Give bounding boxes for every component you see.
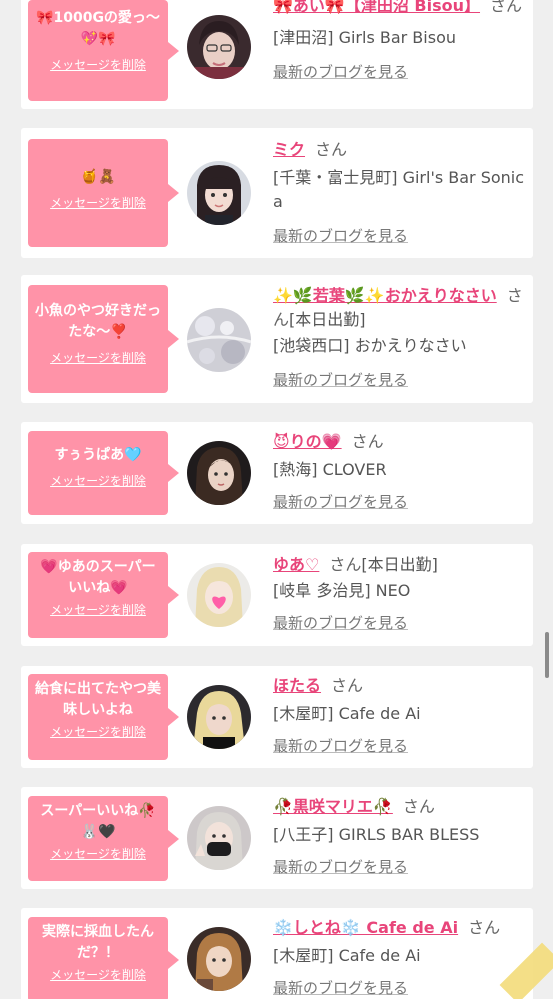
member-info: 😈りの💗 さん [熱海] CLOVER 最新のブログを見る: [273, 430, 525, 512]
profile-photo-icon: [187, 15, 251, 79]
shop-name: [岐阜 多治見] NEO: [273, 581, 411, 600]
member-name-line: 🥀黒咲マリエ🥀 さん: [273, 795, 525, 819]
honorific: さん: [315, 140, 348, 159]
message-bubble: 💗ゆあのスーパーいいね💗 メッセージを削除: [28, 552, 179, 638]
avatar[interactable]: [187, 685, 251, 749]
shop-name: [木屋町] Cafe de Ai: [273, 946, 421, 965]
profile-photo-icon: [187, 685, 251, 749]
member-info: 🎀あい🎀【津田沼 Bisou】 さん [津田沼] Girls Bar Bisou …: [273, 0, 525, 82]
member-name-line: 🎀あい🎀【津田沼 Bisou】 さん: [273, 0, 525, 18]
message-text: 🍯🧸: [80, 169, 116, 185]
latest-blog-link[interactable]: 最新のブログを見る: [273, 370, 525, 390]
member-info: ✨🌿若葉🌿✨おかえりなさい さん[本日出勤] [池袋西口] おかえりなさい 最新の…: [273, 284, 525, 390]
member-info: ゆあ♡ さん[本日出勤] [岐阜 多治見] NEO 最新のブログを見る: [273, 553, 525, 633]
member-name-line: ほたる さん: [273, 674, 525, 698]
message-card: 給食に出てたやつ美味しいよね メッセージを削除 ほたる さん [木屋町] Cafe…: [21, 666, 533, 768]
shop-name: [千葉・富士見町] Girl's Bar Sonica: [273, 168, 525, 211]
member-name-line: ゆあ♡ さん[本日出勤]: [273, 553, 525, 577]
member-info: 🥀黒咲マリエ🥀 さん [八王子] GIRLS BAR BLESS 最新のブログを見…: [273, 795, 525, 877]
member-name-link[interactable]: ✨🌿若葉🌿✨おかえりなさい: [273, 286, 497, 305]
message-bubble: スーパーいいね🥀🐰🖤 メッセージを削除: [28, 796, 179, 881]
delete-message-link[interactable]: メッセージを削除: [34, 474, 162, 489]
honorific: さん: [468, 918, 501, 937]
profile-photo-icon: [187, 927, 251, 991]
latest-blog-link[interactable]: 最新のブログを見る: [273, 492, 525, 512]
member-info: ミク さん [千葉・富士見町] Girl's Bar Sonica 最新のブログを…: [273, 138, 525, 246]
avatar[interactable]: [187, 927, 251, 991]
profile-photo-icon: [187, 161, 251, 225]
latest-blog-link[interactable]: 最新のブログを見る: [273, 226, 525, 246]
delete-message-link[interactable]: メッセージを削除: [34, 968, 162, 983]
member-name-line: ミク さん: [273, 138, 525, 162]
avatar[interactable]: [187, 15, 251, 79]
latest-blog-link[interactable]: 最新のブログを見る: [273, 62, 525, 82]
member-name-link[interactable]: ほたる: [273, 676, 321, 695]
message-bubble: すぅうぱあ🩵 メッセージを削除: [28, 431, 179, 515]
latest-blog-link[interactable]: 最新のブログを見る: [273, 736, 525, 756]
latest-blog-link[interactable]: 最新のブログを見る: [273, 613, 525, 633]
shop-name: [木屋町] Cafe de Ai: [273, 704, 421, 723]
member-name-line: ❄️しとね❄️ Cafe de Ai さん: [273, 916, 525, 940]
member-name-link[interactable]: 🥀黒咲マリエ🥀: [273, 797, 393, 816]
honorific: さん: [331, 676, 364, 695]
delete-message-link[interactable]: メッセージを削除: [34, 196, 162, 211]
member-name-link[interactable]: 🎀あい🎀【津田沼 Bisou】: [273, 0, 480, 15]
avatar[interactable]: [187, 563, 251, 627]
delete-message-link[interactable]: メッセージを削除: [34, 603, 162, 618]
profile-photo-icon: [187, 441, 251, 505]
message-text: スーパーいいね🥀🐰🖤: [40, 803, 156, 840]
message-bubble: 給食に出てたやつ美味しいよね メッセージを削除: [28, 674, 179, 760]
message-card: すぅうぱあ🩵 メッセージを削除 😈りの💗 さん [熱海] CLOVER 最新のブロ…: [21, 422, 533, 524]
avatar[interactable]: [187, 161, 251, 225]
message-text: 💗ゆあのスーパーいいね💗: [40, 559, 156, 596]
message-text: 実際に採血したんだ？！: [42, 924, 154, 961]
message-bubble: 🍯🧸 メッセージを削除: [28, 139, 179, 247]
message-card: 🍯🧸 メッセージを削除 ミク さん [千葉・富士見町] Girl's Bar So…: [21, 128, 533, 258]
member-name-link[interactable]: ❄️しとね❄️ Cafe de Ai: [273, 918, 458, 937]
delete-message-link[interactable]: メッセージを削除: [34, 847, 162, 862]
profile-photo-icon: [187, 806, 251, 870]
honorific: さん: [490, 0, 523, 15]
shop-name: [八王子] GIRLS BAR BLESS: [273, 825, 480, 844]
member-name-link[interactable]: ミク: [273, 140, 305, 159]
message-card: 実際に採血したんだ？！ メッセージを削除 ❄️しとね❄️ Cafe de Ai さ…: [21, 908, 533, 999]
delete-message-link[interactable]: メッセージを削除: [34, 725, 162, 740]
message-card: 🎀1000Gの愛っ〜💖🎀 メッセージを削除 🎀あい🎀【津田沼 Bisou】 さん …: [21, 0, 533, 109]
member-name-link[interactable]: ゆあ♡: [273, 555, 319, 574]
message-text: 小魚のやつ好きだったな〜❣️: [35, 303, 161, 340]
member-name-link[interactable]: 😈りの💗: [273, 432, 342, 451]
message-bubble: 実際に採血したんだ？！ メッセージを削除: [28, 917, 179, 999]
scrollbar[interactable]: [545, 632, 549, 678]
delete-message-link[interactable]: メッセージを削除: [34, 351, 162, 366]
honorific: さん: [351, 432, 384, 451]
message-bubble: 小魚のやつ好きだったな〜❣️ メッセージを削除: [28, 285, 179, 393]
honorific: さん: [402, 797, 435, 816]
message-text: 🎀1000Gの愛っ〜💖🎀: [36, 10, 160, 47]
message-text: 給食に出てたやつ美味しいよね: [35, 681, 161, 718]
honorific: さん: [329, 555, 362, 574]
latest-blog-link[interactable]: 最新のブログを見る: [273, 857, 525, 877]
shop-name: [熱海] CLOVER: [273, 460, 387, 479]
member-name-line: 😈りの💗 さん: [273, 430, 525, 454]
latest-blog-link[interactable]: 最新のブログを見る: [273, 978, 525, 998]
member-info: ❄️しとね❄️ Cafe de Ai さん [木屋町] Cafe de Ai 最新…: [273, 916, 525, 998]
message-text: すぅうぱあ🩵: [54, 447, 142, 463]
avatar[interactable]: [187, 308, 251, 372]
avatar[interactable]: [187, 441, 251, 505]
message-card: 小魚のやつ好きだったな〜❣️ メッセージを削除 ✨🌿若葉🌿✨おかえりなさい さん[…: [21, 275, 533, 403]
shop-name: [池袋西口] おかえりなさい: [273, 336, 467, 355]
delete-message-link[interactable]: メッセージを削除: [34, 58, 162, 73]
message-feed: 🎀1000Gの愛っ〜💖🎀 メッセージを削除 🎀あい🎀【津田沼 Bisou】 さん …: [0, 0, 553, 999]
attendance-status: [本日出勤]: [361, 555, 438, 574]
message-card: スーパーいいね🥀🐰🖤 メッセージを削除 🥀黒咲マリエ🥀 さん [八王子] GIRL…: [21, 787, 533, 889]
member-info: ほたる さん [木屋町] Cafe de Ai 最新のブログを見る: [273, 674, 525, 756]
profile-photo-icon: [187, 563, 251, 627]
member-name-line: ✨🌿若葉🌿✨おかえりなさい さん[本日出勤]: [273, 284, 525, 332]
avatar[interactable]: [187, 806, 251, 870]
profile-photo-icon: [187, 308, 251, 372]
message-card: 💗ゆあのスーパーいいね💗 メッセージを削除 ゆあ♡ さん[本日出勤] [岐阜 多治…: [21, 544, 533, 646]
message-bubble: 🎀1000Gの愛っ〜💖🎀 メッセージを削除: [28, 0, 179, 101]
shop-name: [津田沼] Girls Bar Bisou: [273, 28, 456, 47]
attendance-status: [本日出勤]: [289, 310, 366, 329]
